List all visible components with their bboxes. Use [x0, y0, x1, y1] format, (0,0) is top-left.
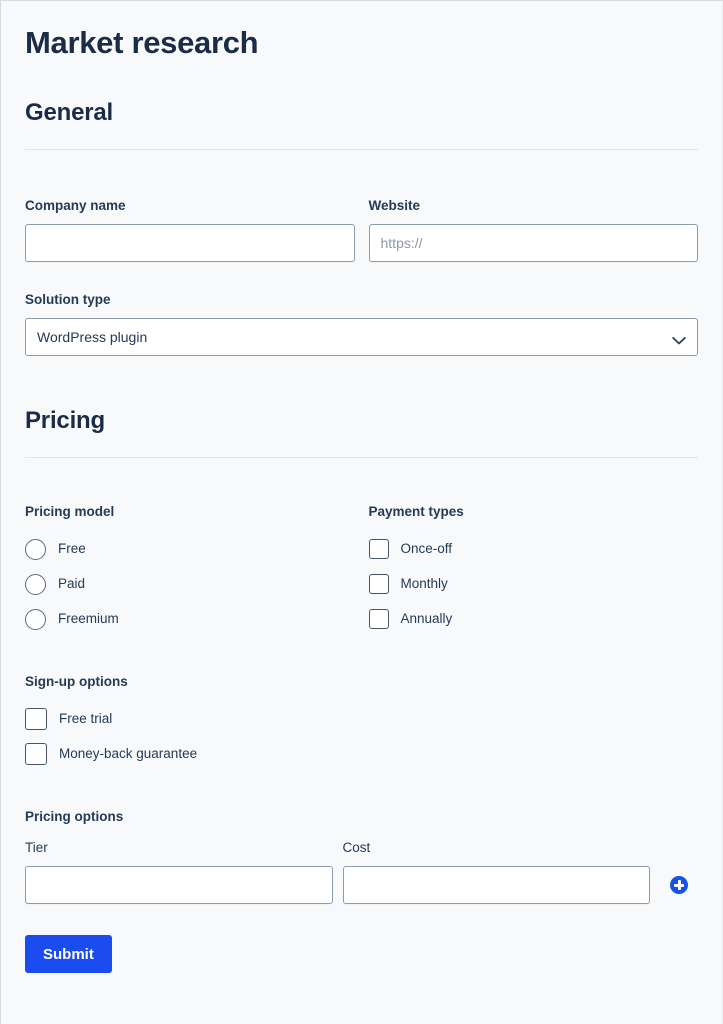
- add-pricing-option-button[interactable]: [670, 876, 688, 894]
- checkbox-icon[interactable]: [368, 609, 389, 629]
- radio-option-paid[interactable]: Paid: [25, 573, 355, 595]
- company-name-label: Company name: [25, 198, 126, 213]
- pricing-choices-row: Pricing model Free Paid Freemium Payment…: [25, 503, 698, 630]
- cost-input[interactable]: [342, 866, 650, 904]
- radio-label-freemium[interactable]: Freemium: [58, 610, 119, 628]
- cost-label: Cost: [342, 840, 371, 855]
- pricing-options-label: Pricing options: [25, 809, 124, 824]
- checkbox-option-monthly[interactable]: Monthly: [368, 573, 699, 595]
- solution-type-field-group: Solution type WordPress plugin: [25, 291, 698, 356]
- payment-types-group: Payment types Once-off Monthly Annually: [368, 503, 699, 630]
- checkbox-icon[interactable]: [368, 539, 389, 559]
- tier-label: Tier: [25, 840, 48, 855]
- checkbox-option-free-trial[interactable]: Free trial: [25, 708, 698, 730]
- checkbox-option-once-off[interactable]: Once-off: [368, 538, 699, 560]
- pricing-options-group: Pricing options Tier Cost: [25, 808, 698, 904]
- checkbox-label-once-off[interactable]: Once-off: [401, 540, 453, 558]
- solution-type-select[interactable]: WordPress plugin: [25, 318, 698, 356]
- checkbox-label-free-trial[interactable]: Free trial: [59, 710, 112, 728]
- radio-option-free[interactable]: Free: [25, 538, 355, 560]
- radio-label-free[interactable]: Free: [58, 540, 86, 558]
- cost-field-group: Cost: [342, 839, 650, 904]
- solution-type-label: Solution type: [25, 292, 111, 307]
- signup-options-label: Sign-up options: [25, 674, 128, 689]
- radio-option-freemium[interactable]: Freemium: [25, 608, 355, 630]
- website-label: Website: [368, 198, 421, 213]
- pricing-model-label: Pricing model: [25, 504, 115, 519]
- website-input[interactable]: [368, 224, 698, 262]
- radio-label-paid[interactable]: Paid: [58, 575, 85, 593]
- tier-field-group: Tier: [25, 839, 333, 904]
- page-title: Market research: [25, 25, 259, 60]
- company-name-input[interactable]: [25, 224, 355, 262]
- checkbox-icon[interactable]: [368, 574, 389, 594]
- tier-input[interactable]: [25, 866, 333, 904]
- market-research-form-page: Market research General Company name Web…: [0, 0, 723, 1024]
- checkbox-icon[interactable]: [25, 743, 47, 765]
- signup-options-group: Sign-up options Free trial Money-back gu…: [25, 673, 698, 765]
- checkbox-icon[interactable]: [25, 708, 47, 730]
- section-heading-general: General: [25, 99, 113, 126]
- pricing-model-group: Pricing model Free Paid Freemium: [25, 503, 355, 630]
- radio-icon[interactable]: [25, 573, 46, 595]
- radio-icon[interactable]: [25, 608, 46, 630]
- pricing-options-row: Tier Cost: [25, 839, 698, 904]
- company-name-field-group: Company name: [25, 197, 355, 262]
- radio-icon[interactable]: [25, 538, 46, 560]
- checkbox-label-money-back-guarantee[interactable]: Money-back guarantee: [59, 745, 197, 763]
- checkbox-label-monthly[interactable]: Monthly: [401, 575, 448, 593]
- general-fields-row: Company name Website: [25, 197, 698, 262]
- payment-types-label: Payment types: [368, 504, 464, 519]
- submit-button[interactable]: Submit: [25, 935, 112, 973]
- checkbox-label-annually[interactable]: Annually: [401, 610, 453, 628]
- section-heading-pricing: Pricing: [25, 407, 105, 434]
- checkbox-option-money-back-guarantee[interactable]: Money-back guarantee: [25, 743, 698, 765]
- checkbox-option-annually[interactable]: Annually: [368, 608, 699, 630]
- website-field-group: Website: [368, 197, 698, 262]
